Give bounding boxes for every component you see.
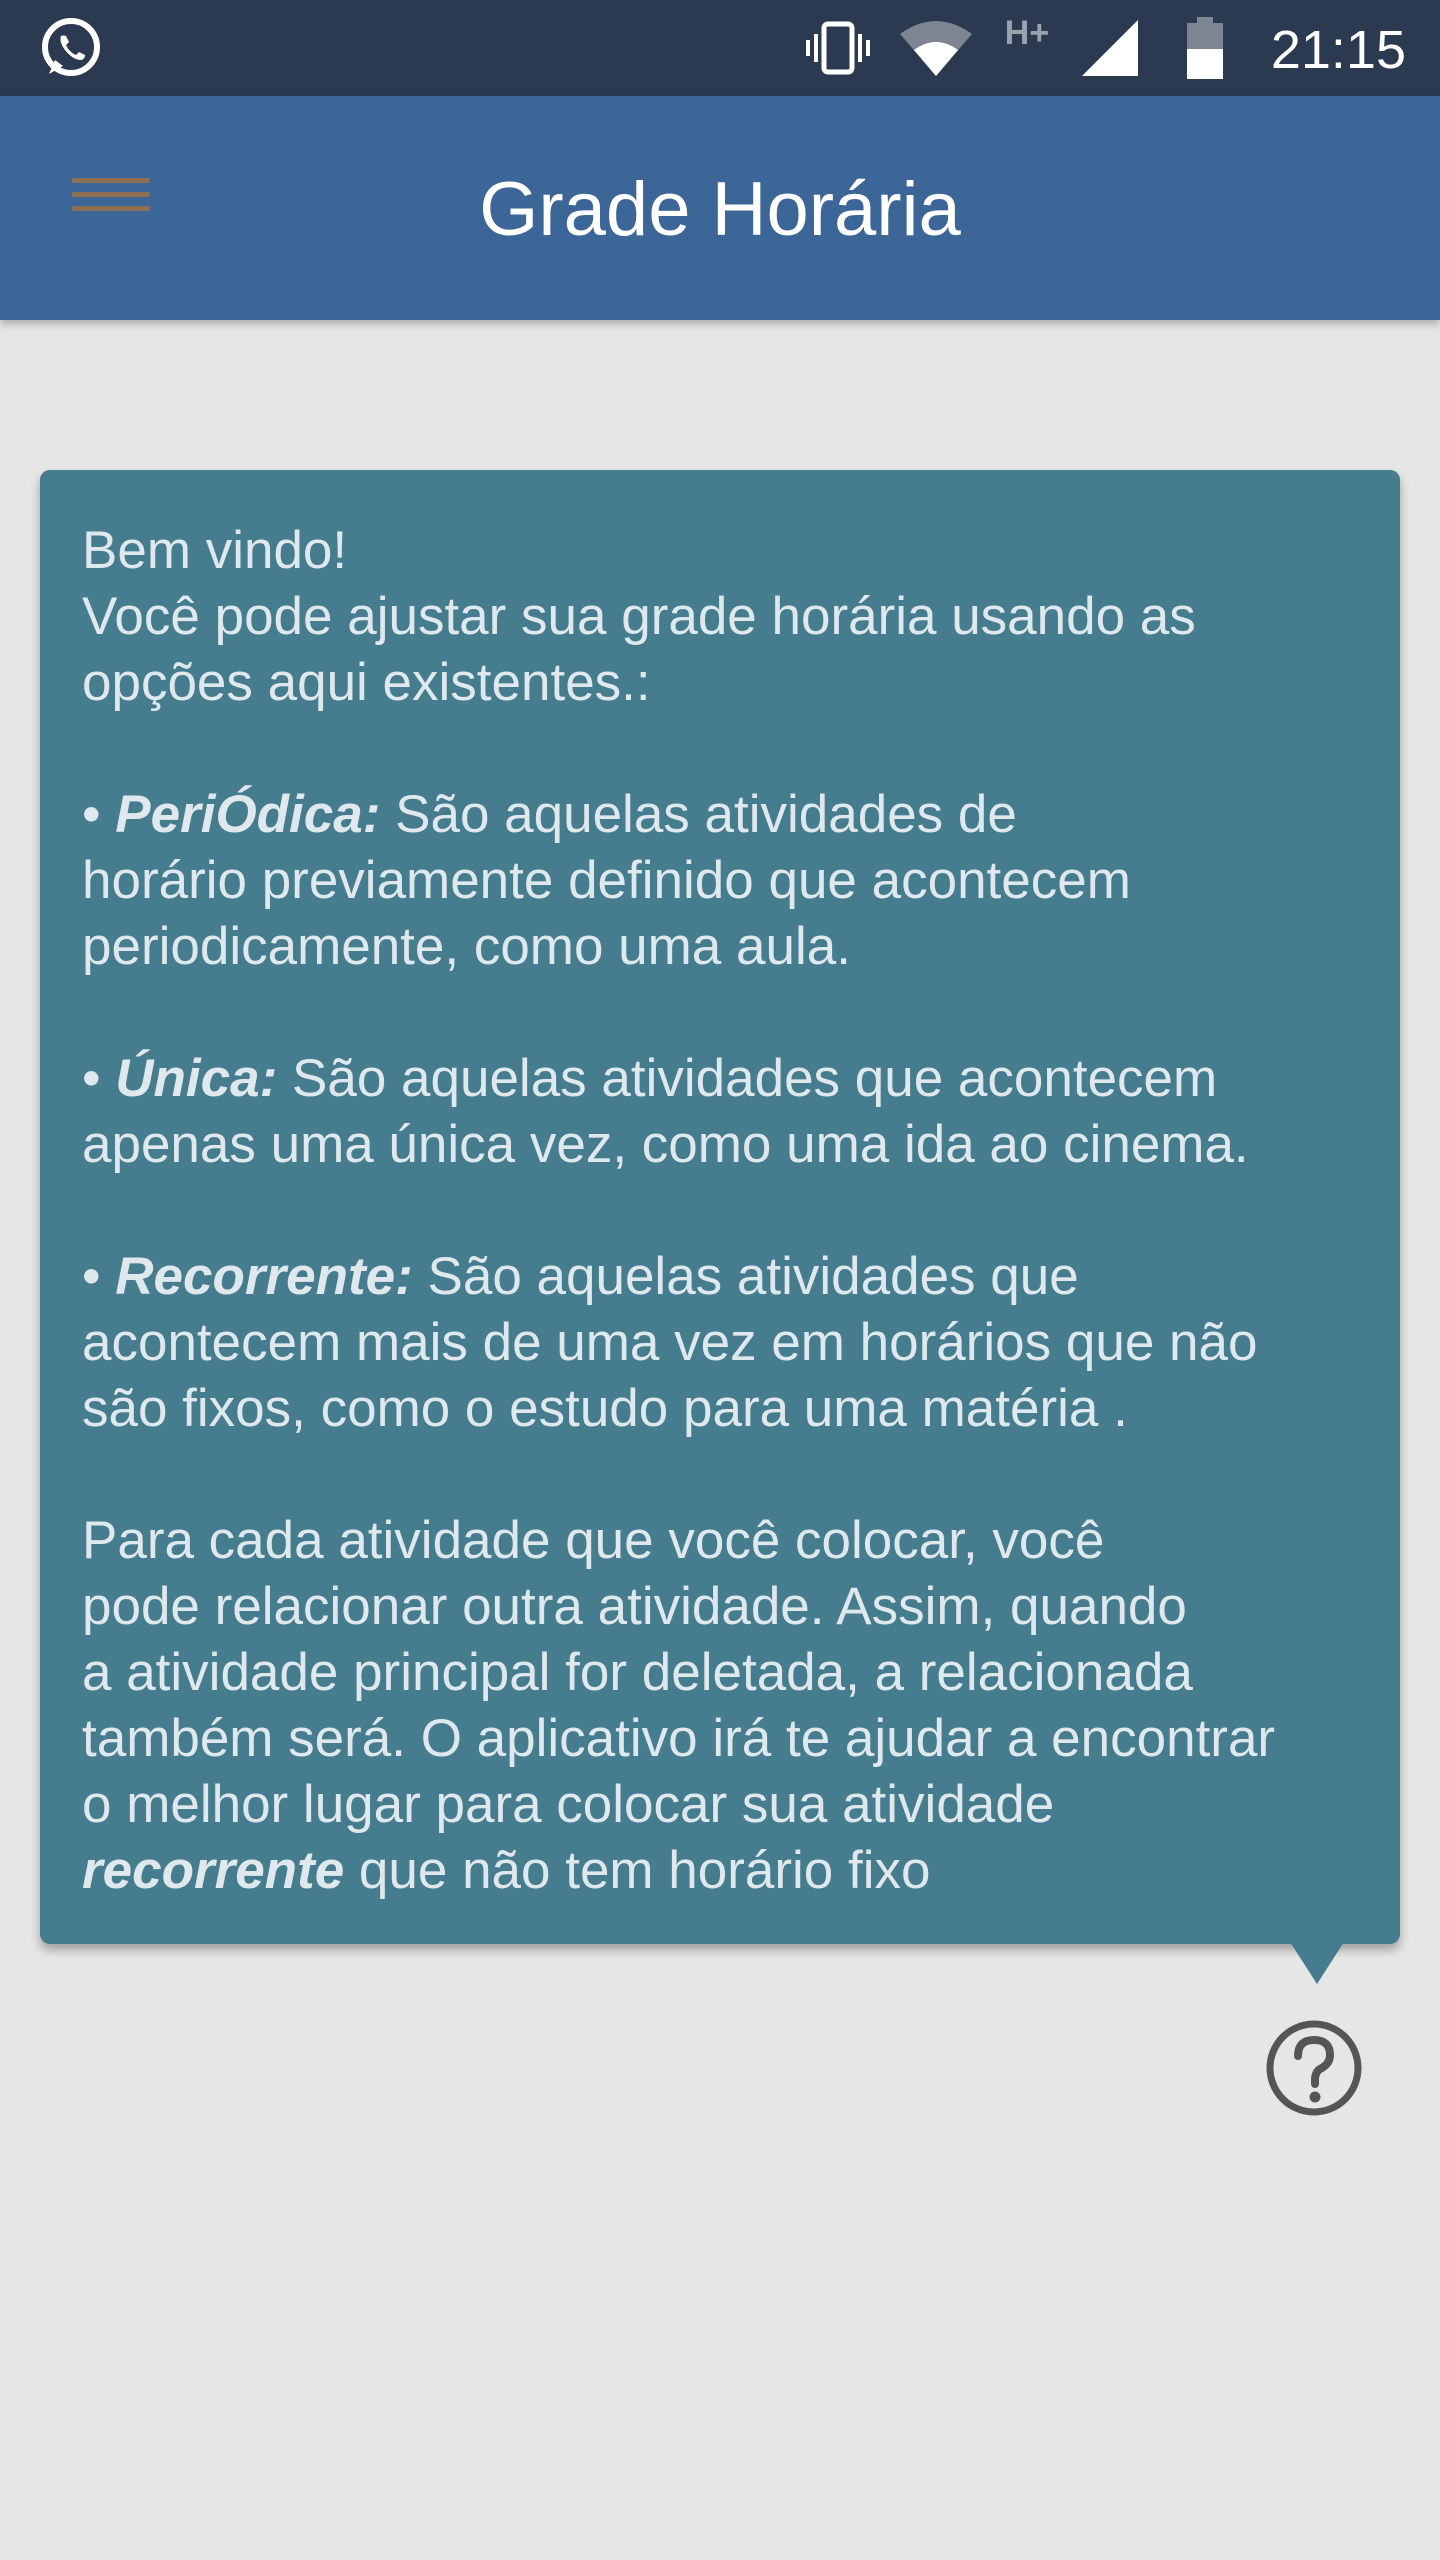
app-bar: Grade Horária <box>0 96 1440 320</box>
periodica-text-1: São aquelas atividades de <box>380 785 1017 844</box>
help-button[interactable] <box>1264 2018 1364 2118</box>
periodica-item: • PeriÓdica: São aquelas atividades de <box>82 782 1360 848</box>
footer-line-3: a atividade principal for deletada, a re… <box>82 1643 1193 1702</box>
status-bar: H+ 21:15 <box>0 0 1440 96</box>
recorrente-text-3: são fixos, como o estudo para uma matéri… <box>82 1379 1128 1438</box>
unica-text-1: São aquelas atividades que acontecem <box>277 1049 1218 1108</box>
footer-recorrente-term: recorrente <box>82 1841 345 1900</box>
footer-line-2: pode relacionar outra atividade. Assim, … <box>82 1577 1187 1636</box>
unica-term: Única: <box>115 1049 278 1108</box>
page-title: Grade Horária <box>479 167 961 252</box>
card-pointer <box>1290 1942 1344 1984</box>
periodica-text-2: horário previamente definido que acontec… <box>82 851 1131 910</box>
welcome-text: Bem vindo! <box>82 521 348 580</box>
unica-bullet: • <box>82 1049 116 1108</box>
recorrente-text-2: acontecem mais de uma vez em horários qu… <box>82 1313 1258 1372</box>
recorrente-item: • Recorrente: São aquelas atividades que <box>82 1244 1360 1310</box>
vibrate-icon <box>800 0 876 96</box>
recorrente-term: Recorrente: <box>115 1247 413 1306</box>
recorrente-bullet: • <box>82 1247 116 1306</box>
battery-icon <box>1180 0 1230 96</box>
footer-line-6: recorrente que não tem horário fixo <box>82 1838 1360 1904</box>
unica-text-2: apenas uma única vez, como uma ida ao ci… <box>82 1115 1249 1174</box>
periodica-term: PeriÓdica: <box>115 785 381 844</box>
question-mark-circle-icon <box>1266 2020 1362 2116</box>
status-time: 21:15 <box>1270 20 1406 80</box>
intro-line-1: Você pode ajustar sua grade horária usan… <box>82 587 1196 646</box>
unica-item: • Única: São aquelas atividades que acon… <box>82 1046 1360 1112</box>
network-type-label: H+ <box>1004 14 1050 52</box>
signal-icon <box>1078 0 1142 96</box>
footer-line-4: também será. O aplicativo irá te ajudar … <box>82 1709 1276 1768</box>
periodica-text-3: periodicamente, como uma aula. <box>82 917 851 976</box>
footer-line-5: o melhor lugar para colocar sua atividad… <box>82 1775 1055 1834</box>
recorrente-text-1: São aquelas atividades que <box>412 1247 1079 1306</box>
footer-line-6-rest: que não tem horário fixo <box>344 1841 931 1900</box>
info-card: Bem vindo! Você pode ajustar sua grade h… <box>40 470 1400 1944</box>
whatsapp-icon <box>36 0 106 96</box>
wifi-icon <box>896 0 976 96</box>
periodica-bullet: • <box>82 785 116 844</box>
intro-line-2: opções aqui existentes.: <box>82 653 651 712</box>
footer-line-1: Para cada atividade que você colocar, vo… <box>82 1511 1105 1570</box>
